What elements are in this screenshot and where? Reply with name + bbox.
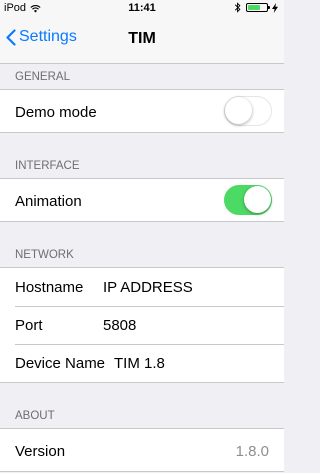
toggle-knob bbox=[225, 97, 252, 124]
bluetooth-icon bbox=[234, 2, 241, 13]
device-name-input[interactable] bbox=[114, 354, 274, 372]
toggle-knob bbox=[244, 186, 271, 213]
device-name-label: Device Name bbox=[15, 354, 106, 372]
animation-label: Animation bbox=[15, 192, 82, 210]
version-value: 1.8.0 bbox=[235, 442, 269, 460]
section-header-network-label: NETWORK bbox=[15, 249, 74, 261]
section-header-network: NETWORK bbox=[0, 222, 284, 267]
charging-bolt-icon bbox=[272, 2, 278, 13]
section-header-general: GENERAL bbox=[0, 64, 284, 89]
hostname-label: Hostname bbox=[15, 278, 84, 296]
device-name-row: Device Name bbox=[0, 344, 284, 382]
animation-row: Animation bbox=[0, 179, 284, 223]
group-about: Version 1.8.0 bbox=[0, 428, 284, 472]
version-row: Version 1.8.0 bbox=[0, 429, 284, 473]
hostname-input[interactable] bbox=[103, 278, 274, 296]
animation-toggle[interactable] bbox=[224, 185, 272, 215]
group-general: Demo mode bbox=[0, 89, 284, 133]
chevron-left-icon bbox=[6, 28, 16, 46]
version-label: Version bbox=[15, 442, 66, 460]
section-header-interface: INTERFACE bbox=[0, 133, 284, 178]
demo-mode-toggle[interactable] bbox=[224, 96, 272, 126]
status-bar: iPod 11:41 bbox=[0, 0, 284, 16]
section-header-about: ABOUT bbox=[0, 383, 284, 428]
section-header-about-label: ABOUT bbox=[15, 410, 55, 422]
port-input[interactable] bbox=[103, 316, 274, 334]
status-right bbox=[234, 2, 278, 13]
navigation-bar: Settings TIM bbox=[0, 16, 284, 64]
port-row: Port bbox=[0, 306, 284, 344]
battery-icon bbox=[246, 3, 270, 12]
section-header-general-label: GENERAL bbox=[15, 71, 70, 83]
demo-mode-row: Demo mode bbox=[0, 90, 284, 134]
section-header-interface-label: INTERFACE bbox=[15, 160, 80, 172]
group-network: Hostname Port Device Name bbox=[0, 267, 284, 383]
demo-mode-label: Demo mode bbox=[15, 103, 97, 121]
back-button-label: Settings bbox=[19, 28, 77, 45]
port-label: Port bbox=[15, 316, 43, 334]
group-interface: Animation bbox=[0, 178, 284, 222]
hostname-row: Hostname bbox=[0, 268, 284, 306]
back-button[interactable]: Settings bbox=[6, 28, 77, 46]
